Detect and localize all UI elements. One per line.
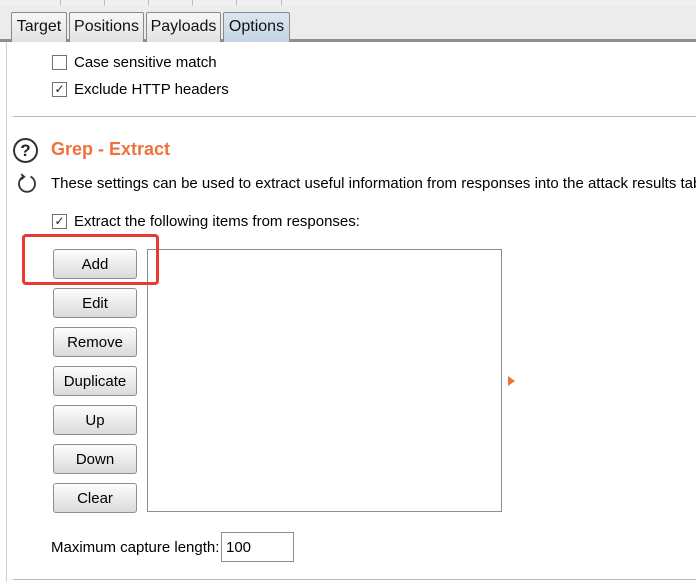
help-question-icon[interactable]: ?: [13, 138, 38, 163]
expand-arrow-icon[interactable]: [508, 376, 515, 386]
clear-button[interactable]: Clear: [53, 483, 137, 513]
refresh-icon[interactable]: [16, 173, 38, 195]
tab-payloads[interactable]: Payloads: [146, 12, 221, 42]
extract-items-label: Extract the following items from respons…: [74, 212, 360, 230]
exclude-headers-checkbox[interactable]: ✓: [52, 81, 67, 97]
tab-target[interactable]: Target: [11, 12, 67, 42]
case-sensitive-checkbox[interactable]: [52, 54, 67, 70]
max-capture-input[interactable]: [221, 532, 294, 562]
remove-button[interactable]: Remove: [53, 327, 137, 357]
section-description: These settings can be used to extract us…: [51, 175, 696, 192]
max-capture-label: Maximum capture length:: [51, 539, 220, 556]
tab-options[interactable]: Options: [223, 12, 290, 42]
tab-bar: Target Positions Payloads Options: [0, 6, 696, 42]
up-button[interactable]: Up: [53, 405, 137, 435]
case-sensitive-row[interactable]: Case sensitive match: [52, 52, 217, 72]
extract-items-checkbox[interactable]: ✓: [52, 213, 67, 229]
exclude-headers-label: Exclude HTTP headers: [74, 80, 229, 98]
section-title: Grep - Extract: [51, 139, 171, 159]
add-button-highlight: [22, 234, 159, 285]
down-button[interactable]: Down: [53, 444, 137, 474]
extract-items-row[interactable]: ✓ Extract the following items from respo…: [52, 211, 360, 231]
panel-left-border: [6, 42, 7, 582]
tab-positions[interactable]: Positions: [69, 12, 144, 42]
bottom-divider: [13, 579, 696, 580]
edit-button[interactable]: Edit: [53, 288, 137, 318]
case-sensitive-label: Case sensitive match: [74, 53, 217, 71]
exclude-headers-row[interactable]: ✓ Exclude HTTP headers: [52, 79, 229, 99]
extract-items-list[interactable]: [147, 249, 502, 512]
section-divider: [13, 116, 696, 117]
options-panel: Case sensitive match ✓ Exclude HTTP head…: [0, 42, 696, 582]
duplicate-button[interactable]: Duplicate: [53, 366, 137, 396]
